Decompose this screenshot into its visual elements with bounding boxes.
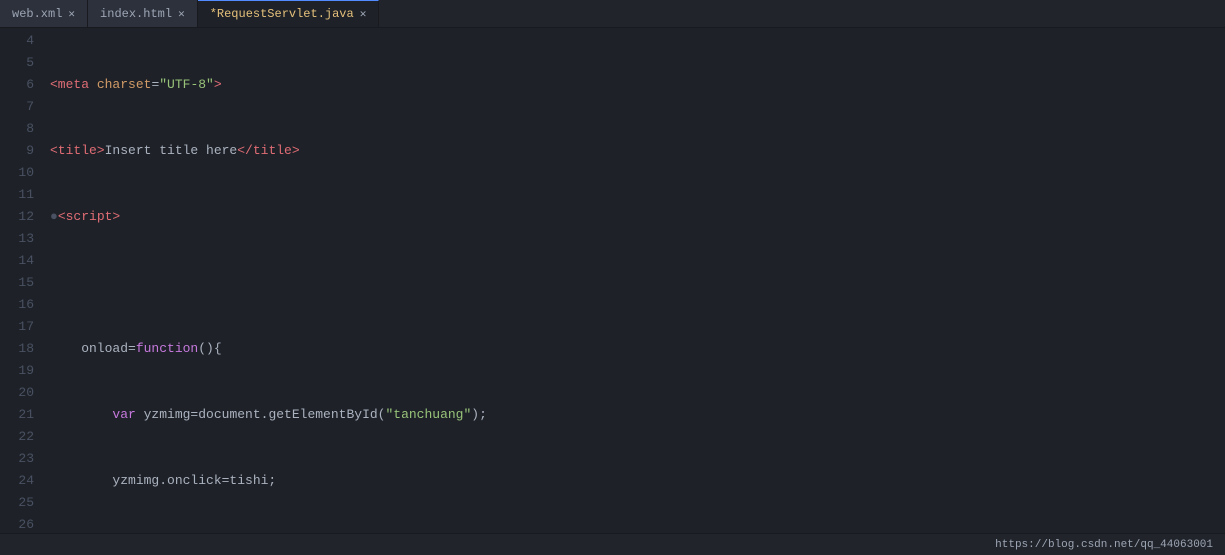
line-numbers: 4 5 6 7 8 9 10 11 12 13 14 15 16 17 18 1…: [0, 28, 42, 533]
tab-index-html[interactable]: index.html ✕: [88, 0, 198, 27]
tab-web-xml[interactable]: web.xml ✕: [0, 0, 88, 27]
code-line-5: <title>Insert title here</title>: [50, 140, 1225, 162]
tab-index-html-close[interactable]: ✕: [178, 7, 185, 21]
tab-index-html-label: index.html: [100, 7, 172, 21]
code-line-4: <meta charset="UTF-8">: [50, 74, 1225, 96]
tab-web-xml-close[interactable]: ✕: [68, 7, 75, 21]
code-line-8: onload=function(){: [50, 338, 1225, 360]
code-line-7: [50, 272, 1225, 294]
status-url: https://blog.csdn.net/qq_44063001: [995, 539, 1213, 551]
code-line-9: var yzmimg=document.getElementById("tanc…: [50, 404, 1225, 426]
editor: 4 5 6 7 8 9 10 11 12 13 14 15 16 17 18 1…: [0, 28, 1225, 533]
tab-request-servlet-close[interactable]: ✕: [360, 7, 367, 21]
code-line-6: ●<script>: [50, 206, 1225, 228]
status-bar: https://blog.csdn.net/qq_44063001: [0, 533, 1225, 555]
tab-request-servlet[interactable]: *RequestServlet.java ✕: [198, 0, 380, 27]
tab-request-servlet-label: *RequestServlet.java: [210, 7, 354, 21]
code-area[interactable]: <meta charset="UTF-8"> <title>Insert tit…: [42, 28, 1225, 533]
tab-bar: web.xml ✕ index.html ✕ *RequestServlet.j…: [0, 0, 1225, 28]
tab-web-xml-label: web.xml: [12, 7, 62, 21]
code-line-10: yzmimg.onclick=tishi;: [50, 470, 1225, 492]
